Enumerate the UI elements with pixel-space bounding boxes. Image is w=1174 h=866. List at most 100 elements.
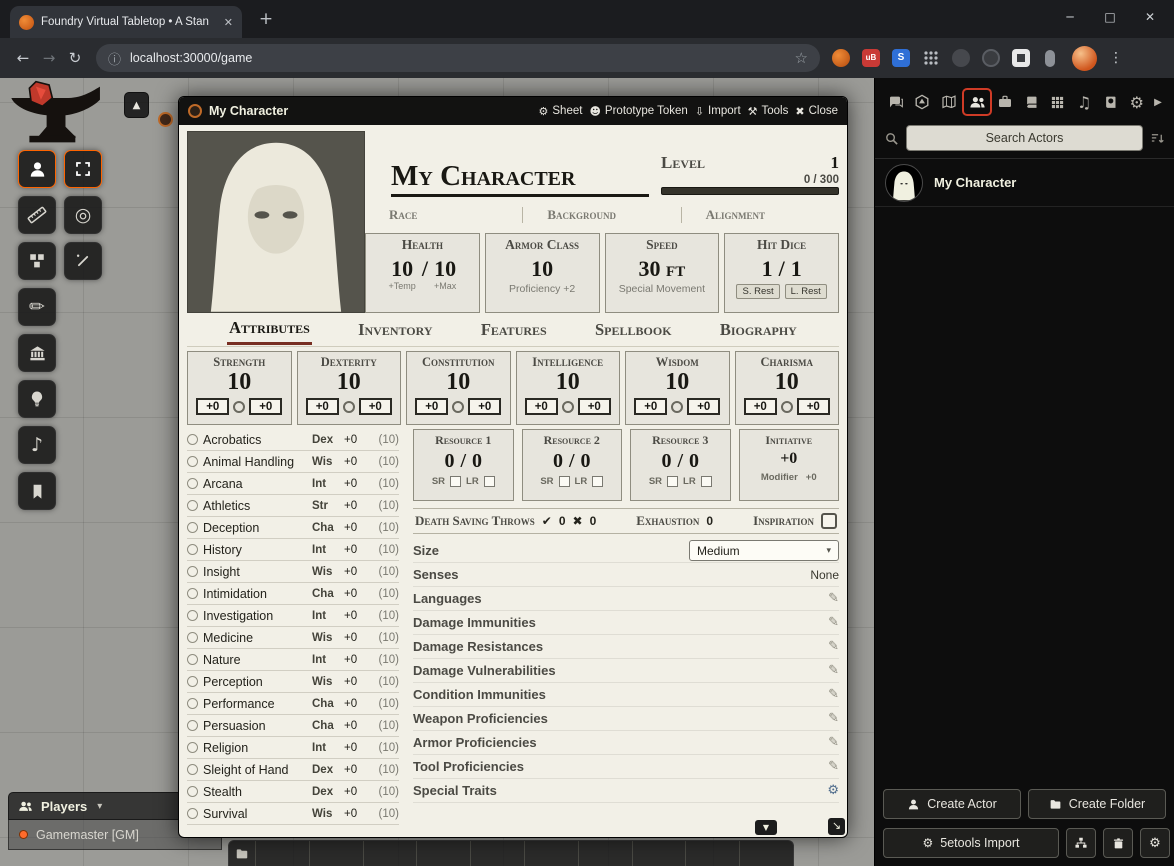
long-rest-button[interactable]: L. Rest (785, 284, 827, 299)
macro-slot[interactable] (255, 841, 309, 866)
drawing-controls-button[interactable]: ✏ (18, 288, 56, 326)
save-proficiency-toggle[interactable] (781, 401, 793, 413)
forward-button[interactable]: → (36, 45, 62, 71)
skill-row[interactable]: AcrobaticsDex+0(10) (187, 429, 399, 451)
sort-icon[interactable] (1150, 131, 1165, 146)
extension-icon-6[interactable] (982, 49, 1000, 67)
edit-icon[interactable]: ✎ (828, 663, 839, 678)
ability-save[interactable]: +0 (797, 398, 830, 415)
settings-button[interactable]: ⚙ (1140, 828, 1170, 858)
tab-items[interactable] (992, 88, 1018, 116)
tab-settings[interactable]: ⚙ (1124, 88, 1150, 116)
extension-icon-grid[interactable] (922, 49, 940, 67)
skill-row[interactable]: DeceptionCha+0(10) (187, 517, 399, 539)
edit-icon[interactable]: ✎ (828, 711, 839, 726)
close-window-button[interactable]: ✕ (1130, 0, 1170, 38)
character-sheet-window[interactable]: My Character ⚙Sheet ☻Prototype Token ⇩Im… (178, 96, 848, 838)
ability-score[interactable]: 10 (665, 370, 689, 395)
folder-tree-button[interactable] (1066, 828, 1096, 858)
skill-row[interactable]: PersuasionCha+0(10) (187, 715, 399, 737)
create-folder-button[interactable]: Create Folder (1028, 789, 1166, 819)
resize-handle[interactable]: ↘ (828, 818, 845, 835)
skill-row[interactable]: ArcanaInt+0(10) (187, 473, 399, 495)
skill-row[interactable]: AthleticsStr+0(10) (187, 495, 399, 517)
ability-score[interactable]: 10 (446, 370, 470, 395)
tab-biography[interactable]: Biography (718, 316, 799, 344)
target-tool-button[interactable]: ◎ (64, 196, 102, 234)
create-actor-button[interactable]: Create Actor (883, 789, 1021, 819)
new-tab-button[interactable]: + (254, 8, 278, 32)
skill-proficiency-toggle[interactable] (187, 764, 198, 775)
macro-slot[interactable] (632, 841, 686, 866)
resource-max[interactable]: 0 (581, 450, 591, 473)
skill-proficiency-toggle[interactable] (187, 544, 198, 555)
edit-icon[interactable]: ✎ (828, 639, 839, 654)
prototype-token-button[interactable]: ☻Prototype Token (589, 105, 687, 118)
measure-controls-button[interactable] (18, 196, 56, 234)
skill-proficiency-toggle[interactable] (187, 786, 198, 797)
skill-row[interactable]: InsightWis+0(10) (187, 561, 399, 583)
close-sheet-button[interactable]: ✖Close (795, 105, 838, 118)
bookmark-star-icon[interactable]: ☆ (795, 49, 808, 67)
hp-max[interactable]: 10 (434, 257, 456, 280)
resource-value[interactable]: 0 (444, 450, 454, 473)
ability-score[interactable]: 10 (337, 370, 361, 395)
skill-proficiency-toggle[interactable] (187, 610, 198, 621)
long-rest-checkbox[interactable] (592, 476, 603, 487)
resource-value[interactable]: 0 (661, 450, 671, 473)
background-field[interactable]: Background (522, 207, 680, 223)
tab-tables[interactable] (1045, 88, 1071, 116)
ability-save[interactable]: +0 (359, 398, 392, 415)
import-button[interactable]: ⇩Import (695, 105, 741, 118)
search-actors-input[interactable] (906, 125, 1143, 151)
macro-slot[interactable] (470, 841, 524, 866)
speed-value[interactable]: 30 ft (639, 257, 686, 280)
save-proficiency-toggle[interactable] (233, 401, 245, 413)
skill-row[interactable]: ReligionInt+0(10) (187, 737, 399, 759)
skill-row[interactable]: IntimidationCha+0(10) (187, 583, 399, 605)
config-gear-icon[interactable]: ⚙ (827, 783, 839, 798)
save-proficiency-toggle[interactable] (452, 401, 464, 413)
extension-icon-1[interactable] (832, 49, 850, 67)
extension-icon-s[interactable]: S (892, 49, 910, 67)
xp-value[interactable]: 0 / 300 (661, 174, 839, 186)
ac-value[interactable]: 10 (531, 257, 553, 280)
skill-row[interactable]: InvestigationInt+0(10) (187, 605, 399, 627)
macro-slot[interactable] (685, 841, 739, 866)
skill-proficiency-toggle[interactable] (187, 478, 198, 489)
ability-score[interactable]: 10 (556, 370, 580, 395)
skill-proficiency-toggle[interactable] (187, 456, 198, 467)
tab-attributes[interactable]: Attributes (227, 314, 312, 345)
note-controls-button[interactable] (18, 472, 56, 510)
sidebar-collapse-icon[interactable]: ▶ (1150, 88, 1166, 116)
background-window-icon[interactable] (158, 112, 173, 127)
character-name[interactable]: My Character (391, 158, 649, 197)
ability-save[interactable]: +0 (249, 398, 282, 415)
tab-combat[interactable] (909, 88, 935, 116)
skill-proficiency-toggle[interactable] (187, 720, 198, 731)
tile-controls-button[interactable] (18, 242, 56, 280)
macro-slot[interactable] (309, 841, 363, 866)
skill-proficiency-toggle[interactable] (187, 808, 198, 819)
skill-row[interactable]: MedicineWis+0(10) (187, 627, 399, 649)
tab-inventory[interactable]: Inventory (356, 316, 434, 344)
tab-spellbook[interactable]: Spellbook (593, 316, 674, 344)
actor-name[interactable]: My Character (934, 175, 1016, 190)
ruler-tool-button[interactable] (64, 242, 102, 280)
skill-row[interactable]: StealthDex+0(10) (187, 781, 399, 803)
actor-avatar[interactable] (885, 164, 923, 202)
skill-proficiency-toggle[interactable] (187, 500, 198, 511)
resource-value[interactable]: 0 (553, 450, 563, 473)
resource-max[interactable]: 0 (689, 450, 699, 473)
tab-playlists[interactable]: ♫ (1071, 88, 1097, 116)
game-canvas[interactable]: ▲ ✏ ♪ ◎ Players ▾ Ga (0, 78, 1174, 866)
race-field[interactable]: Race (365, 207, 522, 223)
extension-icon-7[interactable] (1012, 49, 1030, 67)
save-proficiency-toggle[interactable] (671, 401, 683, 413)
nav-collapse-button[interactable]: ▲ (124, 92, 149, 118)
back-button[interactable]: ← (10, 45, 36, 71)
tab-scenes[interactable] (936, 88, 962, 116)
skill-proficiency-toggle[interactable] (187, 654, 198, 665)
skill-proficiency-toggle[interactable] (187, 566, 198, 577)
token-controls-button[interactable] (18, 150, 56, 188)
